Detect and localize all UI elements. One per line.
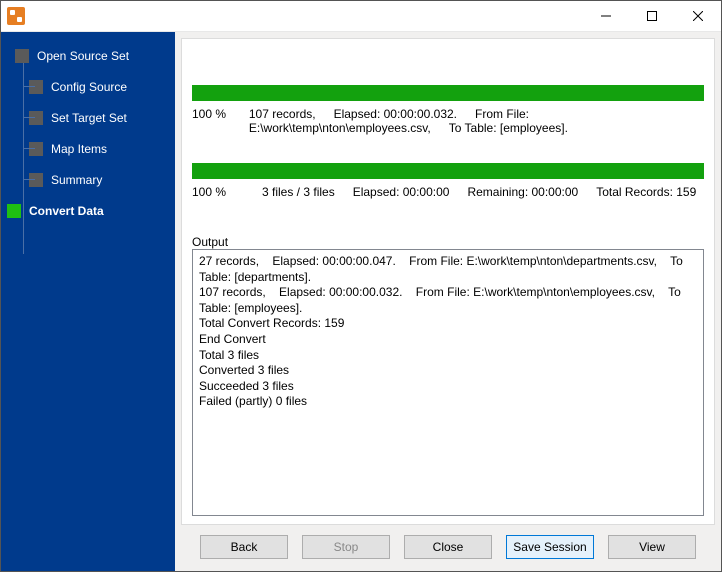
nav-map-items[interactable]: Map Items <box>11 133 175 164</box>
output-log[interactable]: 27 records, Elapsed: 00:00:00.047. From … <box>192 249 704 516</box>
total-progress-section: 100 % 3 files / 3 files Elapsed: 00:00:0… <box>192 163 704 199</box>
step-box-icon <box>7 204 21 218</box>
nav-label: Convert Data <box>29 204 104 218</box>
to-table: To Table: [employees]. <box>449 121 568 135</box>
nav-label: Set Target Set <box>51 111 127 125</box>
wizard-sidebar: Open Source Set Config Source Set Target… <box>1 32 175 571</box>
total-progress-bar <box>192 163 704 179</box>
nav-convert-data[interactable]: Convert Data <box>3 195 175 226</box>
nav-label: Config Source <box>51 80 127 94</box>
file-progress-percent: 100 % <box>192 107 229 135</box>
maximize-button[interactable] <box>629 1 675 31</box>
stop-button: Stop <box>302 535 390 559</box>
nav-config-source[interactable]: Config Source <box>11 71 175 102</box>
close-button[interactable]: Close <box>404 535 492 559</box>
minimize-button[interactable] <box>583 1 629 31</box>
convert-panel: 100 % 107 records, Elapsed: 00:00:00.032… <box>181 38 715 525</box>
view-button[interactable]: View <box>608 535 696 559</box>
files-count: 3 files / 3 files <box>262 185 335 199</box>
nav-label: Summary <box>51 173 102 187</box>
total-elapsed: Elapsed: 00:00:00 <box>353 185 450 199</box>
app-icon <box>7 7 25 25</box>
nav-open-source-set[interactable]: Open Source Set <box>11 40 175 71</box>
file-path: E:\work\temp\nton\employees.csv, <box>249 121 431 135</box>
total-progress-percent: 100 % <box>192 185 242 199</box>
save-session-button[interactable]: Save Session <box>506 535 594 559</box>
elapsed-time: Elapsed: 00:00:00.032. <box>334 107 457 121</box>
records-count: 107 records, <box>249 107 316 121</box>
button-row: Back Stop Close Save Session View <box>181 525 715 565</box>
output-label: Output <box>192 235 704 249</box>
close-window-button[interactable] <box>675 1 721 31</box>
titlebar[interactable] <box>1 1 721 32</box>
file-progress-bar <box>192 85 704 101</box>
back-button[interactable]: Back <box>200 535 288 559</box>
app-window: Open Source Set Config Source Set Target… <box>0 0 722 572</box>
nav-label: Map Items <box>51 142 107 156</box>
nav-label: Open Source Set <box>37 49 129 63</box>
file-progress-info: 107 records, Elapsed: 00:00:00.032. From… <box>249 107 704 135</box>
nav-set-target-set[interactable]: Set Target Set <box>11 102 175 133</box>
file-progress-section: 100 % 107 records, Elapsed: 00:00:00.032… <box>192 85 704 135</box>
total-progress-info: 3 files / 3 files Elapsed: 00:00:00 Rema… <box>262 185 696 199</box>
remaining-time: Remaining: 00:00:00 <box>467 185 578 199</box>
total-records: Total Records: 159 <box>596 185 696 199</box>
nav-summary[interactable]: Summary <box>11 164 175 195</box>
from-file-label: From File: <box>475 107 529 121</box>
main-content: 100 % 107 records, Elapsed: 00:00:00.032… <box>175 32 721 571</box>
step-box-icon <box>15 49 29 63</box>
